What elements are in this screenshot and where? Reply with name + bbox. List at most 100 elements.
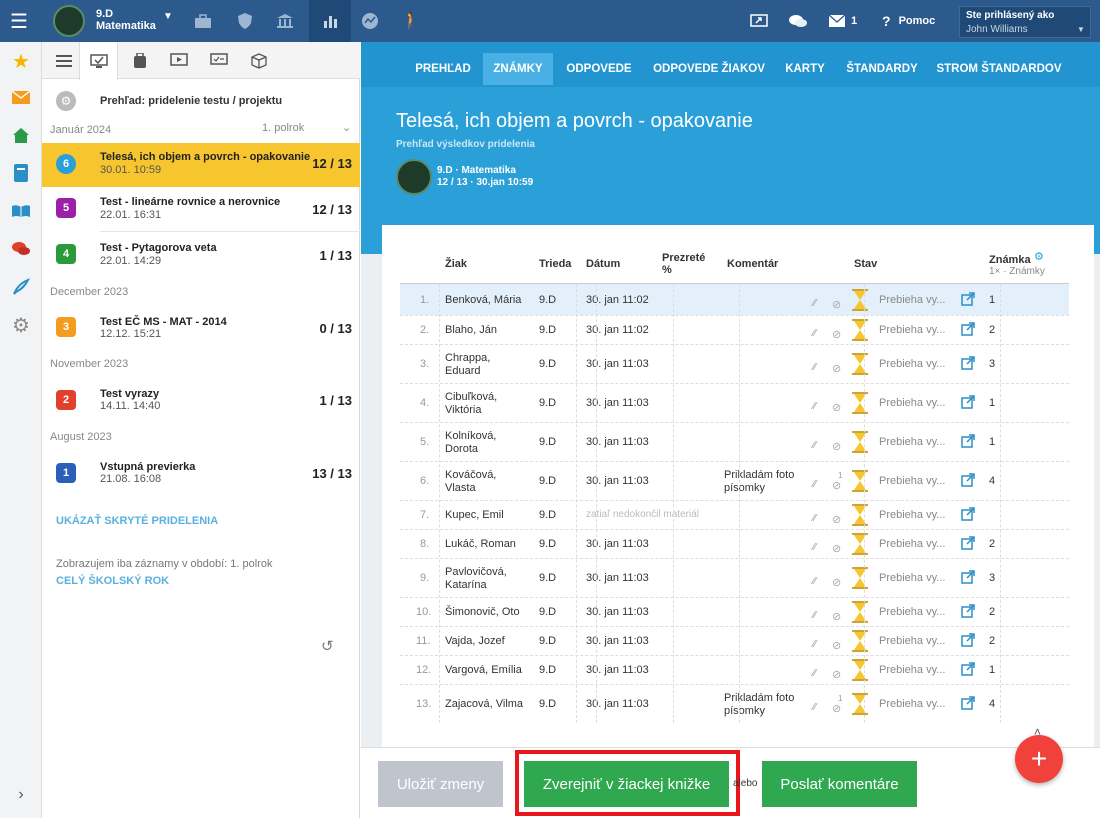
open-book-icon[interactable] bbox=[0, 194, 42, 228]
assignment-item[interactable]: 3 Test EČ MS - MAT - 2014 12.12. 15:21 0… bbox=[42, 305, 360, 349]
briefcase-icon[interactable] bbox=[188, 0, 218, 42]
history-icon[interactable]: ↺ bbox=[321, 637, 334, 655]
student-name[interactable]: Kováčová, bbox=[445, 469, 496, 481]
paperclip-icon[interactable]: ⊘ bbox=[832, 668, 841, 681]
grade-value[interactable]: 1 bbox=[989, 397, 995, 409]
send-comments-button[interactable]: Poslať komentáre bbox=[762, 761, 917, 807]
grade-value[interactable]: 4 bbox=[989, 475, 995, 487]
class-selector[interactable]: 9.D Matematika ▼ bbox=[53, 5, 181, 37]
student-name[interactable]: Vargová, Emília bbox=[445, 664, 522, 676]
student-name[interactable]: Cibuľková, bbox=[445, 391, 497, 403]
test-monitor-icon[interactable] bbox=[199, 42, 238, 79]
external-link-icon[interactable] bbox=[961, 355, 975, 375]
edit-comment-pencil-icon[interactable]: ⁄⁄ bbox=[813, 298, 816, 309]
gear-icon[interactable]: ⚙ bbox=[0, 308, 42, 342]
students-walking-icon[interactable]: 🚶 bbox=[396, 0, 426, 42]
external-link-icon[interactable] bbox=[961, 569, 975, 589]
paperclip-icon[interactable]: ⊘ bbox=[832, 440, 841, 453]
assignment-item[interactable]: 1 Vstupná previerka 21.08. 16:08 13 / 13 bbox=[42, 451, 360, 495]
tab-grades[interactable]: ZNÁMKY bbox=[483, 53, 553, 85]
notebook-icon[interactable] bbox=[0, 156, 42, 190]
paperclip-icon[interactable]: ⊘ bbox=[832, 576, 841, 589]
grade-value[interactable]: 2 bbox=[989, 324, 995, 336]
student-name[interactable]: Kupec, Emil bbox=[445, 509, 504, 521]
external-link-icon[interactable] bbox=[961, 394, 975, 414]
paperclip-icon[interactable]: ⊘ bbox=[832, 702, 841, 715]
discussion-icon[interactable] bbox=[0, 232, 42, 266]
help-link[interactable]: ? Pomoc bbox=[882, 13, 935, 29]
edit-comment-pencil-icon[interactable]: ⁄⁄ bbox=[813, 668, 816, 679]
external-link-icon[interactable] bbox=[961, 632, 975, 652]
edit-comment-pencil-icon[interactable]: ⁄⁄ bbox=[813, 542, 816, 553]
student-name[interactable]: Chrappa, bbox=[445, 352, 490, 364]
publish-button[interactable]: Zverejniť v žiackej knižke bbox=[524, 761, 729, 807]
user-dropdown[interactable]: Ste prihlásený ako John Williams ▼ bbox=[959, 6, 1091, 38]
grade-value[interactable]: 3 bbox=[989, 572, 995, 584]
tab-answers[interactable]: ODPOVEDE bbox=[561, 53, 637, 85]
grade-settings-gear-icon[interactable]: ⚙ bbox=[1034, 250, 1044, 263]
video-play-icon[interactable] bbox=[159, 42, 198, 79]
student-name[interactable]: Šimonovič, Oto bbox=[445, 606, 520, 618]
student-name[interactable]: Pavlovičová, bbox=[445, 566, 507, 578]
grade-value[interactable]: 4 bbox=[989, 698, 995, 710]
grade-value[interactable]: 1 bbox=[989, 664, 995, 676]
tab-cards[interactable]: KARTY bbox=[779, 53, 831, 85]
edit-comment-pencil-icon[interactable]: ⁄⁄ bbox=[813, 513, 816, 524]
home-icon[interactable] bbox=[0, 118, 42, 152]
paperclip-icon[interactable]: ⊘ bbox=[832, 610, 841, 623]
edit-comment-pencil-icon[interactable]: ⁄⁄ bbox=[813, 639, 816, 650]
paperclip-icon[interactable]: ⊘ bbox=[832, 479, 841, 492]
grade-value[interactable]: 2 bbox=[989, 635, 995, 647]
assignment-item[interactable]: 4 Test - Pytagorova veta 22.01. 14:29 1 … bbox=[42, 233, 360, 277]
paperclip-icon[interactable]: ⊘ bbox=[832, 298, 841, 311]
edit-comment-pencil-icon[interactable]: ⁄⁄ bbox=[813, 328, 816, 339]
tab-standards[interactable]: ŠTANDARDY bbox=[842, 53, 922, 85]
analytics-circle-icon[interactable] bbox=[355, 0, 385, 42]
edit-comment-pencil-icon[interactable]: ⁄⁄ bbox=[813, 479, 816, 490]
student-name[interactable]: Benková, Mária bbox=[445, 294, 521, 306]
shield-icon[interactable] bbox=[230, 0, 260, 42]
star-icon[interactable]: ★ bbox=[0, 44, 42, 78]
paperclip-icon[interactable]: ⊘ bbox=[832, 401, 841, 414]
student-name[interactable]: Blaho, Ján bbox=[445, 324, 497, 336]
expand-chevron-icon[interactable]: › bbox=[0, 778, 42, 812]
grade-value[interactable]: 1 bbox=[989, 294, 995, 306]
external-link-icon[interactable] bbox=[961, 506, 975, 526]
chat-bubbles-icon[interactable] bbox=[785, 0, 811, 42]
assignment-item[interactable]: 2 Test vyrazy 14.11. 14:40 1 / 13 bbox=[42, 378, 360, 422]
paperclip-icon[interactable]: ⊘ bbox=[832, 328, 841, 341]
grade-value[interactable]: 2 bbox=[989, 606, 995, 618]
show-hidden-link[interactable]: UKÁZAŤ SKRYTÉ PRIDELENIA bbox=[56, 515, 218, 527]
mail-icon[interactable] bbox=[826, 0, 848, 42]
grade-value[interactable]: 1 bbox=[989, 436, 995, 448]
tab-standards-tree[interactable]: STROM ŠTANDARDOV bbox=[934, 53, 1064, 85]
external-link-icon[interactable] bbox=[961, 472, 975, 492]
whole-year-link[interactable]: CELÝ ŠKOLSKÝ ROK bbox=[56, 575, 169, 587]
edit-comment-pencil-icon[interactable]: ⁄⁄ bbox=[813, 576, 816, 587]
external-link-icon[interactable] bbox=[961, 535, 975, 555]
student-name[interactable]: Lukáč, Roman bbox=[445, 538, 516, 550]
bar-chart-icon[interactable] bbox=[309, 0, 351, 42]
hamburger-menu-icon[interactable]: ☰ bbox=[0, 0, 38, 42]
save-changes-button[interactable]: Uložiť zmeny bbox=[378, 761, 503, 807]
student-name[interactable]: Zajacová, Vilma bbox=[445, 698, 523, 710]
assignment-item[interactable]: 6 Telesá, ich objem a povrch - opakovani… bbox=[42, 143, 360, 187]
external-link-icon[interactable] bbox=[961, 695, 975, 715]
school-building-icon[interactable] bbox=[270, 0, 300, 42]
paperclip-icon[interactable]: ⊘ bbox=[832, 639, 841, 652]
assignment-item[interactable]: 5 Test - lineárne rovnice a nerovnice 22… bbox=[42, 186, 360, 230]
edit-comment-pencil-icon[interactable]: ⁄⁄ bbox=[813, 362, 816, 373]
monitor-check-icon[interactable] bbox=[79, 42, 118, 80]
external-link-icon[interactable] bbox=[961, 661, 975, 681]
edit-comment-pencil-icon[interactable]: ⁄⁄ bbox=[813, 610, 816, 621]
grade-value[interactable]: 3 bbox=[989, 358, 995, 370]
add-fab-button[interactable]: + bbox=[1015, 735, 1063, 783]
tab-overview[interactable]: PREHĽAD bbox=[410, 53, 476, 85]
edit-comment-pencil-icon[interactable]: ⁄⁄ bbox=[813, 702, 816, 713]
external-link-icon[interactable] bbox=[961, 291, 975, 311]
envelope-icon[interactable] bbox=[0, 80, 42, 114]
tab-student-answers[interactable]: ODPOVEDE ŽIAKOV bbox=[648, 53, 770, 85]
period-selector[interactable]: 1. polrok ⌄ bbox=[262, 122, 354, 136]
external-link-icon[interactable] bbox=[961, 321, 975, 341]
screen-share-icon[interactable] bbox=[746, 0, 772, 42]
